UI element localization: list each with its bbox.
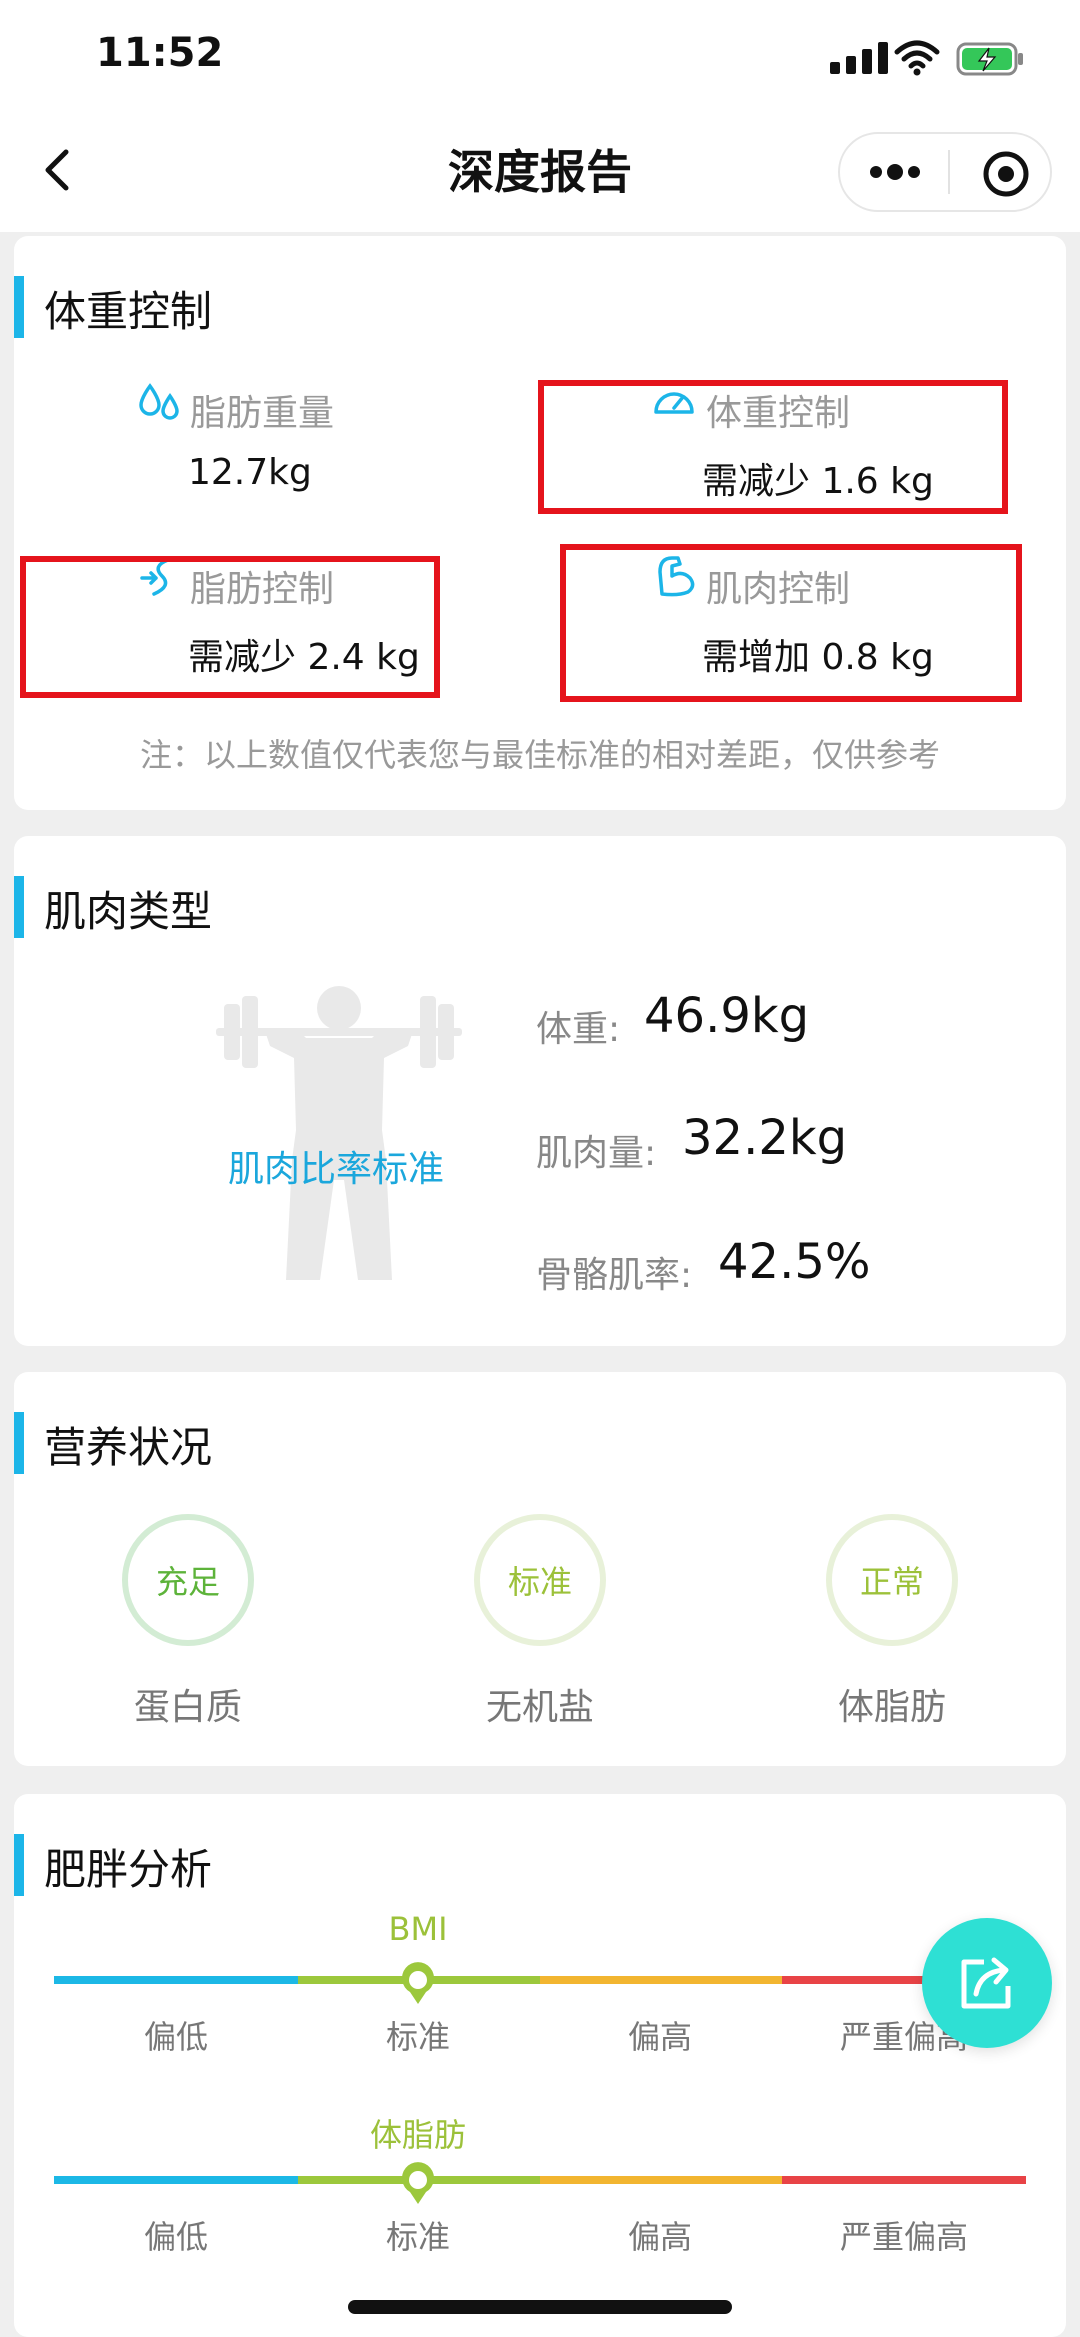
- scale-segment-high: [540, 2176, 782, 2184]
- skeletal-muscle-rate-label: 骨骼肌率:: [536, 1255, 693, 1296]
- scale-segment-low: [54, 2176, 298, 2184]
- fat-weight-value: 12.7kg: [188, 452, 312, 493]
- skeletal-muscle-rate-value: 42.5%: [718, 1234, 871, 1290]
- share-button[interactable]: [922, 1918, 1052, 2048]
- section-accent-bar: [14, 876, 24, 938]
- bmi-label: BMI: [388, 1910, 448, 1948]
- nutrition-title: 营养状况: [44, 1423, 213, 1472]
- protein-label: 蛋白质: [133, 1687, 242, 1728]
- wifi-icon: [894, 40, 940, 76]
- highlight-box: [560, 544, 1022, 702]
- body-fat-status-badge: 正常: [826, 1514, 958, 1646]
- body-fat-label: 体脂肪: [837, 1687, 946, 1728]
- highlight-box: [20, 556, 440, 698]
- water-drops-icon: [139, 383, 179, 420]
- fat-weight-label: 脂肪重量: [190, 393, 335, 434]
- scale-segment-low: [54, 1976, 298, 1984]
- scale-label-standard: 标准: [385, 2018, 450, 2056]
- obesity-analysis-title: 肥胖分析: [44, 1845, 213, 1894]
- body-weight-label: 体重:: [536, 1009, 621, 1050]
- home-indicator: [348, 2300, 732, 2314]
- disclaimer-note: 注：以上数值仅代表您与最佳标准的相对差距，仅供参考: [139, 736, 940, 774]
- scale-segment-high: [540, 1976, 782, 1984]
- close-target-icon[interactable]: [978, 146, 1034, 202]
- scale-label-very-high: 严重偏高: [839, 2218, 968, 2256]
- body-weight-value: 46.9kg: [644, 988, 810, 1044]
- share-icon: [961, 1957, 1011, 2009]
- body-fat-scale-label: 体脂肪: [369, 2116, 466, 2154]
- protein-status-badge: 充足: [122, 1514, 254, 1646]
- scale-label-high: 偏高: [627, 2218, 692, 2256]
- mineral-status-badge: 标准: [474, 1514, 606, 1646]
- body-fat-marker-pin: [402, 2162, 434, 2204]
- muscle-ratio-label: 肌肉比率标准: [228, 1149, 445, 1190]
- scale-label-low: 偏低: [143, 2018, 208, 2056]
- capsule-divider: [948, 150, 950, 194]
- scale-label-low: 偏低: [143, 2218, 208, 2256]
- muscle-mass-value: 32.2kg: [682, 1110, 848, 1166]
- scale-segment-very-high: [782, 2176, 1026, 2184]
- mineral-label: 无机盐: [485, 1687, 594, 1728]
- section-accent-bar: [14, 276, 24, 338]
- cellular-signal-icon: [830, 40, 890, 74]
- weight-control-title: 体重控制: [44, 287, 213, 336]
- muscle-type-title: 肌肉类型: [44, 887, 213, 936]
- scale-label-high: 偏高: [627, 2018, 692, 2056]
- more-dots-icon[interactable]: [862, 150, 928, 194]
- highlight-box: [538, 380, 1008, 514]
- section-accent-bar: [14, 1412, 24, 1474]
- status-time: 11:52: [96, 30, 224, 76]
- scale-label-standard: 标准: [385, 2218, 450, 2256]
- weightlifter-silhouette: [216, 986, 462, 1280]
- bmi-marker-pin: [402, 1962, 434, 2004]
- muscle-mass-label: 肌肉量:: [536, 1133, 657, 1174]
- section-accent-bar: [14, 1834, 24, 1896]
- battery-charging-icon: [956, 42, 1023, 76]
